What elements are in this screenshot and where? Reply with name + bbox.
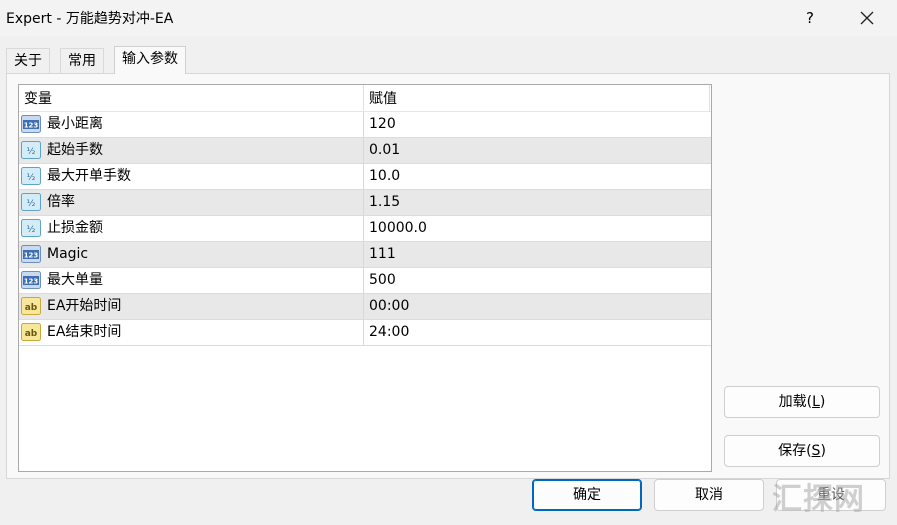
table-row[interactable]: 123 最大单量 500	[19, 268, 711, 294]
string-icon: ab	[21, 297, 41, 315]
tab-common[interactable]: 常用	[60, 48, 104, 73]
help-button[interactable]: ?	[796, 4, 824, 32]
table-row[interactable]: ½ 起始手数 0.01	[19, 138, 711, 164]
tab-inputs[interactable]: 输入参数	[114, 46, 186, 74]
table-row[interactable]: 123 Magic 111	[19, 242, 711, 268]
reset-button[interactable]: 重设	[776, 479, 886, 511]
parameter-value[interactable]: 111	[369, 242, 396, 267]
svg-text:½: ½	[27, 147, 36, 157]
svg-text:123: 123	[24, 252, 39, 260]
svg-text:ab: ab	[25, 303, 38, 313]
parameter-value[interactable]: 24:00	[369, 320, 409, 345]
parameter-value[interactable]: 500	[369, 268, 396, 293]
load-button-hotkey: L	[812, 394, 820, 410]
parameter-name: 最大单量	[47, 272, 103, 288]
parameter-name: 最大开单手数	[47, 168, 131, 184]
parameter-name: 最小距离	[47, 116, 103, 132]
svg-text:½: ½	[27, 225, 36, 235]
parameter-value[interactable]: 00:00	[369, 294, 409, 319]
parameter-value[interactable]: 1.15	[369, 190, 400, 215]
double-icon: ½	[21, 141, 41, 159]
double-icon: ½	[21, 219, 41, 237]
load-button-label: 加载(	[778, 394, 813, 410]
parameter-value-cell[interactable]	[364, 190, 711, 215]
cancel-button[interactable]: 取消	[654, 479, 764, 511]
parameter-value[interactable]: 10000.0	[369, 216, 427, 241]
integer-icon: 123	[21, 245, 41, 263]
save-button[interactable]: 保存(S)	[724, 435, 880, 467]
parameter-name: EA开始时间	[47, 298, 122, 314]
table-row[interactable]: ab EA开始时间 00:00	[19, 294, 711, 320]
parameter-value[interactable]: 0.01	[369, 138, 400, 163]
parameter-name: 倍率	[47, 194, 75, 210]
load-button[interactable]: 加载(L)	[724, 386, 880, 418]
svg-text:123: 123	[24, 122, 39, 130]
close-button[interactable]	[853, 4, 881, 32]
integer-icon: 123	[21, 115, 41, 133]
integer-icon: 123	[21, 271, 41, 289]
parameter-name: EA结束时间	[47, 324, 122, 340]
parameter-grid: 变量 赋值 123 最小距离 120 ½ 起始手数 0.01 ½ 最大开单手数 …	[18, 84, 712, 472]
double-icon: ½	[21, 193, 41, 211]
table-row[interactable]: ab EA结束时间 24:00	[19, 320, 711, 346]
save-button-label-tail: )	[820, 443, 826, 459]
parameter-value-cell[interactable]	[364, 164, 711, 189]
ok-button[interactable]: 确定	[532, 479, 642, 511]
svg-text:ab: ab	[25, 329, 38, 339]
parameter-value-cell[interactable]	[364, 268, 711, 293]
parameter-value-cell[interactable]	[364, 294, 711, 319]
table-row[interactable]: 123 最小距离 120	[19, 112, 711, 138]
column-header-value[interactable]: 赋值	[364, 85, 711, 111]
column-header-variable[interactable]: 变量	[19, 85, 368, 111]
table-row[interactable]: ½ 最大开单手数 10.0	[19, 164, 711, 190]
double-icon: ½	[21, 167, 41, 185]
parameter-value-cell[interactable]	[364, 138, 711, 163]
parameter-name: Magic	[47, 246, 89, 262]
string-icon: ab	[21, 323, 41, 341]
help-icon: ?	[806, 9, 814, 27]
table-row[interactable]: ½ 倍率 1.15	[19, 190, 711, 216]
parameter-value-cell[interactable]	[364, 320, 711, 345]
svg-text:123: 123	[24, 278, 39, 286]
tab-about[interactable]: 关于	[6, 48, 50, 73]
table-row[interactable]: ½ 止损金额 10000.0	[19, 216, 711, 242]
close-icon	[860, 11, 874, 25]
parameter-name: 起始手数	[47, 142, 103, 158]
title-bar: Expert - 万能趋势对冲-EA ?	[0, 0, 897, 36]
parameter-value-cell[interactable]	[364, 242, 711, 267]
parameter-name: 止损金额	[47, 220, 103, 236]
parameter-value[interactable]: 10.0	[369, 164, 400, 189]
window-title: Expert - 万能趋势对冲-EA	[6, 11, 174, 27]
svg-text:½: ½	[27, 199, 36, 209]
parameter-value-cell[interactable]	[364, 112, 711, 137]
load-button-label-tail: )	[819, 394, 826, 410]
save-button-label: 保存(	[778, 443, 812, 459]
svg-text:½: ½	[27, 173, 36, 183]
grid-header: 变量 赋值	[19, 85, 711, 112]
column-divider	[709, 85, 710, 111]
parameter-value[interactable]: 120	[369, 112, 396, 137]
